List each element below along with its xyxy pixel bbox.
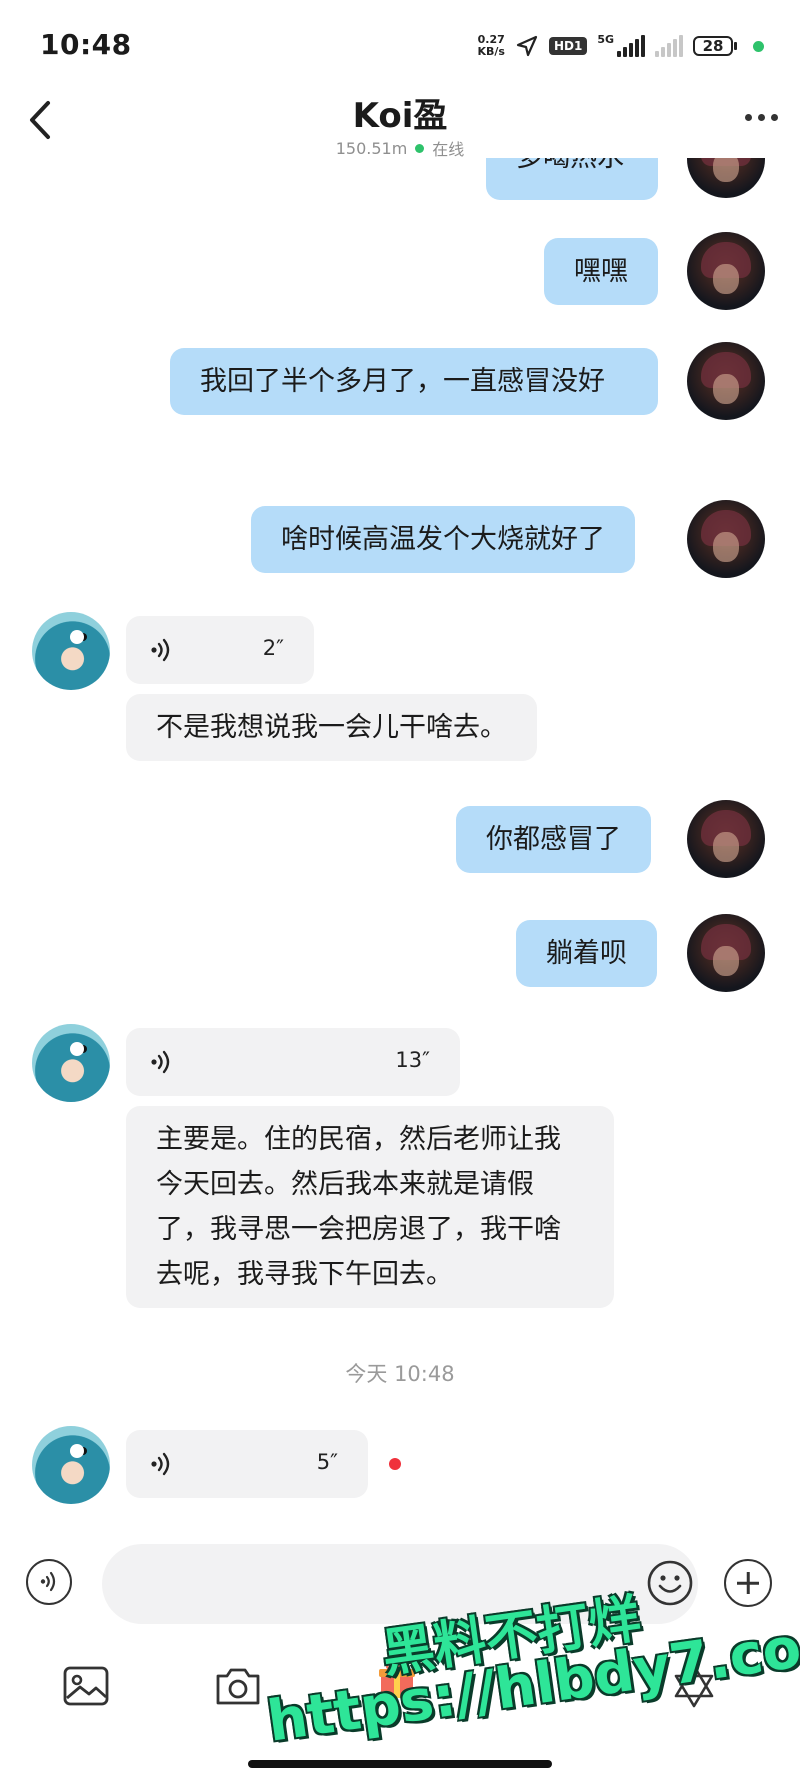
message-text: 我回了半个多月了，一直感冒没好 <box>200 366 605 397</box>
contact-avatar[interactable] <box>32 612 110 690</box>
message-input[interactable] <box>102 1544 698 1624</box>
message-bubble-mine[interactable]: 躺着呗 <box>516 920 657 987</box>
voice-message[interactable]: 5″ <box>126 1430 368 1498</box>
privacy-indicator-dot <box>753 40 764 52</box>
contact-distance: 150.51m <box>335 138 408 158</box>
online-dot-icon <box>415 143 425 153</box>
message-bubble-mine[interactable]: 你都感冒了 <box>456 806 651 873</box>
contact-name: Koi盈 <box>352 96 448 136</box>
image-icon <box>63 1666 109 1706</box>
voice-wave-icon <box>40 1571 56 1592</box>
voice-wave-icon <box>151 1050 170 1074</box>
contact-status: 150.51m 在线 <box>0 136 800 160</box>
network-type: 5G <box>597 33 614 46</box>
hd-badge: HD1 <box>548 37 588 55</box>
message-bubble-mine[interactable]: 多喝热水 <box>486 158 658 200</box>
contact-avatar[interactable] <box>32 1426 110 1504</box>
unread-dot-icon <box>389 1458 401 1470</box>
voice-duration: 5″ <box>316 1450 338 1474</box>
my-avatar[interactable] <box>687 800 765 878</box>
more-tools-button[interactable] <box>520 1660 572 1712</box>
gallery-button[interactable] <box>60 1660 112 1712</box>
voice-wave-icon <box>151 1452 170 1476</box>
message-timestamp: 今天 10:48 <box>345 1362 455 1386</box>
voice-message[interactable]: 2″ <box>126 616 314 684</box>
status-icons: 0.27 KB/s HD1 5G 28 <box>477 30 764 62</box>
my-avatar[interactable] <box>687 914 765 992</box>
cell-signal-5g: 5G <box>597 33 645 57</box>
message-bubble-mine[interactable]: 嘿嘿 <box>544 238 658 305</box>
emoji-button[interactable] <box>646 1559 694 1607</box>
input-bar <box>0 1530 800 1640</box>
battery-icon: 28 <box>693 36 737 56</box>
gift-icon <box>379 1663 415 1698</box>
my-avatar[interactable] <box>687 500 765 578</box>
voice-wave-icon <box>151 638 170 662</box>
signal-bars-secondary-icon <box>655 35 683 57</box>
voice-message[interactable]: 13″ <box>126 1028 460 1096</box>
star-of-david-icon <box>674 1664 714 1708</box>
battery-level: 28 <box>693 36 733 56</box>
voice-duration: 2″ <box>262 636 284 660</box>
message-bubble-mine[interactable]: 啥时候高温发个大烧就好了 <box>251 506 635 573</box>
message-text: 你都感冒了 <box>486 824 621 855</box>
camera-button[interactable] <box>212 1660 264 1712</box>
message-text: 主要是。住的民宿，然后老师让我今天回去。然后我本来就是请假了，我寻思一会把房退了… <box>156 1124 561 1290</box>
message-text: 不是我想说我一会儿干啥去。 <box>156 712 507 743</box>
message-bubble-theirs[interactable]: 不是我想说我一会儿干啥去。 <box>126 694 537 761</box>
contact-avatar[interactable] <box>32 1024 110 1102</box>
message-bubble-theirs[interactable]: 主要是。住的民宿，然后老师让我今天回去。然后我本来就是请假了，我寻思一会把房退了… <box>126 1106 614 1308</box>
voice-duration: 13″ <box>395 1048 430 1072</box>
message-text: 多喝热水 <box>516 158 624 173</box>
signal-bars-icon <box>617 35 645 57</box>
chat-header: Koi盈 150.51m 在线 <box>0 84 800 164</box>
message-text: 嘿嘿 <box>574 256 628 287</box>
camera-icon <box>216 1668 260 1705</box>
more-dots-icon <box>745 114 752 121</box>
my-avatar[interactable] <box>687 158 765 198</box>
message-text: 躺着呗 <box>546 938 627 969</box>
message-list[interactable]: 多喝热水 嘿嘿 我回了半个多月了，一直感冒没好 啥时候高温发个大烧就好了 2″ … <box>0 158 800 1530</box>
my-avatar[interactable] <box>687 232 765 310</box>
smiley-icon <box>647 1560 693 1606</box>
my-avatar[interactable] <box>687 342 765 420</box>
network-speed-unit: KB/s <box>477 45 505 58</box>
message-text: 啥时候高温发个大烧就好了 <box>281 524 605 555</box>
status-time: 10:48 <box>40 28 132 61</box>
location-arrow-icon <box>516 35 538 57</box>
online-status: 在线 <box>432 140 465 159</box>
sticker-button[interactable] <box>668 1660 720 1712</box>
status-bar: 10:48 0.27 KB/s HD1 5G 28 <box>0 0 800 96</box>
more-options-button[interactable] <box>745 114 778 121</box>
voice-input-button[interactable] <box>26 1559 72 1605</box>
message-bubble-mine[interactable]: 我回了半个多月了，一直感冒没好 <box>170 348 658 415</box>
network-speed: 0.27 KB/s <box>477 34 504 58</box>
home-indicator[interactable] <box>248 1760 552 1768</box>
add-attachment-button[interactable] <box>724 1559 772 1607</box>
